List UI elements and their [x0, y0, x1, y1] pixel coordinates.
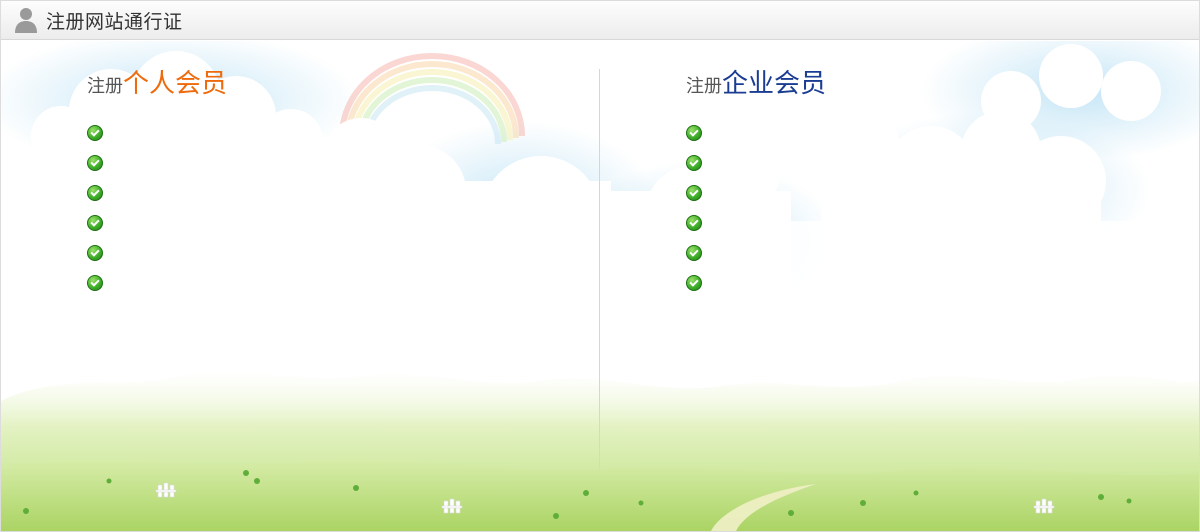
benefit-item — [87, 178, 227, 208]
check-circle-icon — [87, 245, 103, 261]
personal-member-link[interactable]: 个人会员 — [123, 63, 227, 100]
check-circle-icon — [686, 185, 702, 201]
enterprise-member-link[interactable]: 企业会员 — [722, 63, 826, 100]
check-circle-icon — [87, 275, 103, 291]
check-circle-icon — [686, 125, 702, 141]
check-circle-icon — [686, 245, 702, 261]
benefit-item — [87, 118, 227, 148]
enterprise-member-panel: 注册 企业会员 — [686, 63, 826, 298]
benefit-item — [686, 118, 826, 148]
personal-benefit-list — [87, 118, 227, 298]
check-circle-icon — [686, 275, 702, 291]
check-circle-icon — [686, 215, 702, 231]
check-circle-icon — [87, 125, 103, 141]
benefit-item — [686, 268, 826, 298]
header-bar: 注册网站通行证 — [1, 1, 1199, 40]
benefit-item — [87, 268, 227, 298]
benefit-item — [87, 208, 227, 238]
personal-member-panel: 注册 个人会员 — [87, 63, 227, 298]
enterprise-member-title[interactable]: 注册 企业会员 — [686, 63, 826, 100]
check-circle-icon — [87, 155, 103, 171]
column-divider — [599, 69, 600, 471]
benefit-item — [686, 208, 826, 238]
benefit-item — [686, 238, 826, 268]
benefit-item — [686, 178, 826, 208]
benefit-item — [686, 148, 826, 178]
benefit-item — [87, 148, 227, 178]
enterprise-benefit-list — [686, 118, 826, 298]
register-prefix: 注册 — [87, 76, 123, 97]
check-circle-icon — [87, 185, 103, 201]
register-prefix: 注册 — [686, 76, 722, 97]
page-title: 注册网站通行证 — [46, 10, 183, 33]
benefit-item — [87, 238, 227, 268]
personal-member-title[interactable]: 注册 个人会员 — [87, 63, 227, 100]
check-circle-icon — [686, 155, 702, 171]
user-icon — [14, 7, 38, 33]
check-circle-icon — [87, 215, 103, 231]
registration-page: 注册网站通行证 注册 个人会员 注册 企业会员 — [0, 0, 1200, 532]
